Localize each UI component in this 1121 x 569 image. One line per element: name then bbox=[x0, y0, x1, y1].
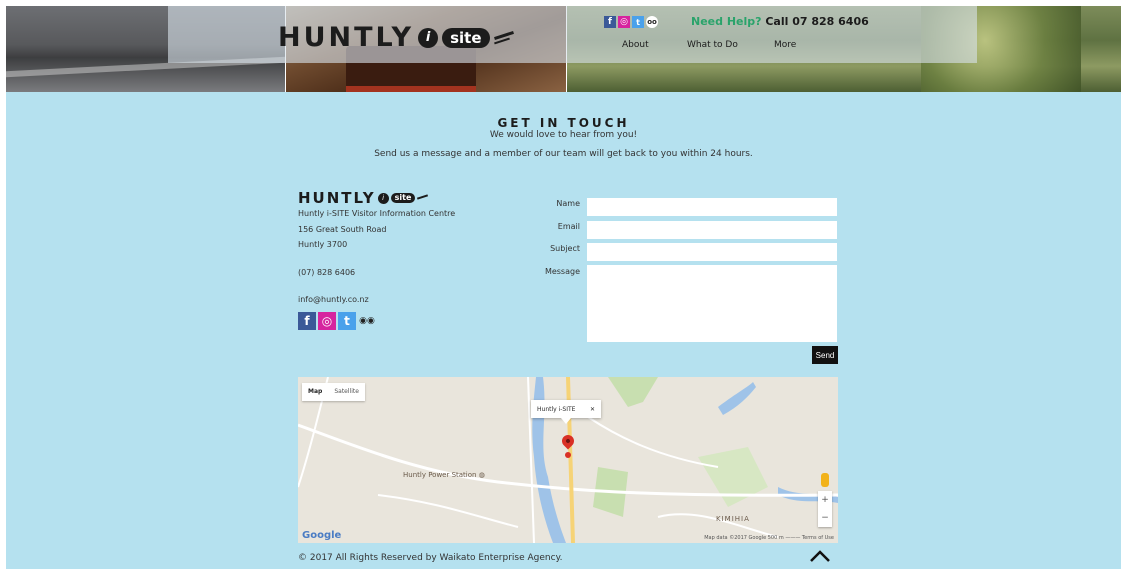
facebook-icon[interactable]: f bbox=[298, 312, 316, 330]
back-to-top-chevron-up-icon[interactable] bbox=[809, 549, 831, 563]
subject-label: Subject bbox=[550, 244, 580, 253]
facebook-icon[interactable]: f bbox=[604, 16, 616, 28]
centre-name: Huntly i-SITE Visitor Information Centre bbox=[298, 209, 456, 218]
copyright-text: © 2017 All Rights Reserved by Waikato En… bbox=[298, 553, 563, 563]
section-title: GET IN TOUCH bbox=[497, 116, 630, 130]
message-textarea[interactable] bbox=[587, 265, 837, 342]
instagram-icon[interactable]: ◎ bbox=[318, 312, 336, 330]
logo-site-badge: site bbox=[442, 27, 490, 48]
message-label: Message bbox=[544, 267, 580, 276]
footer-social-links: f ◎ t ◉◉ bbox=[298, 312, 376, 330]
tripadvisor-icon[interactable]: oo bbox=[646, 16, 658, 28]
zoom-control: + − bbox=[818, 491, 832, 527]
name-input[interactable] bbox=[587, 198, 837, 216]
twitter-icon[interactable]: t bbox=[632, 16, 644, 28]
address-logo-i-icon: i bbox=[377, 192, 389, 204]
need-help-text: Need Help? bbox=[691, 15, 762, 28]
logo-i-icon: i bbox=[418, 27, 439, 48]
close-icon[interactable]: ✕ bbox=[590, 406, 595, 413]
call-phone-link[interactable]: Call 07 828 6406 bbox=[762, 15, 868, 28]
address-fern-icon bbox=[417, 194, 429, 202]
address-block: HUNTLY i site Huntly i-SITE Visitor Info… bbox=[298, 189, 455, 305]
nav-more[interactable]: More bbox=[774, 40, 796, 50]
zoom-out-button[interactable]: − bbox=[818, 509, 832, 527]
header-hero: HUNTLY i site f ◎ t oo Need Help? Call 0… bbox=[6, 6, 1121, 92]
map-type-satellite-button[interactable]: Satellite bbox=[328, 383, 365, 401]
phone-number: (07) 828 6406 bbox=[298, 267, 356, 277]
logo-wordmark: HUNTLY bbox=[278, 22, 415, 53]
address-logo: HUNTLY i site bbox=[298, 189, 455, 207]
subject-input[interactable] bbox=[587, 243, 837, 261]
zoom-in-button[interactable]: + bbox=[818, 491, 832, 509]
contact-section: GET IN TOUCH We would love to hear from … bbox=[6, 92, 1121, 569]
instagram-icon[interactable]: ◎ bbox=[618, 16, 630, 28]
email-link[interactable]: info@huntly.co.nz bbox=[298, 295, 455, 305]
city-address: Huntly 3700 bbox=[298, 240, 348, 250]
map-pin-dot-icon bbox=[565, 452, 571, 458]
email-input[interactable] bbox=[587, 221, 837, 239]
map-info-window: Huntly i-SITE ✕ bbox=[531, 400, 601, 424]
email-label: Email bbox=[557, 222, 580, 231]
street-address: 156 Great South Road bbox=[298, 224, 387, 234]
tripadvisor-icon[interactable]: ◉◉ bbox=[358, 312, 376, 330]
name-label: Name bbox=[556, 199, 580, 208]
header-social-links: f ◎ t oo bbox=[604, 16, 658, 28]
address-logo-site-badge: site bbox=[390, 193, 416, 203]
send-button[interactable]: Send bbox=[812, 346, 838, 364]
help-phone: Need Help? Call 07 828 6406 bbox=[691, 15, 869, 28]
pegman-icon[interactable] bbox=[821, 473, 829, 487]
nav-what-to-do[interactable]: What to Do bbox=[687, 40, 738, 50]
twitter-icon[interactable]: t bbox=[338, 312, 356, 330]
location-map[interactable]: Map Satellite Huntly i-SITE ✕ Huntly Pow… bbox=[298, 377, 838, 543]
nav-about[interactable]: About bbox=[622, 40, 649, 50]
address-logo-wordmark: HUNTLY bbox=[298, 189, 376, 207]
map-type-map-button[interactable]: Map bbox=[302, 383, 328, 401]
poi-power-station[interactable]: Huntly Power Station ◍ bbox=[403, 471, 485, 479]
google-logo: Google bbox=[302, 530, 342, 541]
fern-icon bbox=[494, 30, 516, 46]
section-subtitle: We would love to hear from you! bbox=[489, 130, 638, 140]
map-type-toggle: Map Satellite bbox=[302, 383, 365, 401]
poi-kimihia: KIMIHIA bbox=[716, 515, 750, 523]
map-attribution[interactable]: Map data ©2017 Google 500 m ——— Terms of… bbox=[704, 535, 834, 541]
site-logo[interactable]: HUNTLY i site bbox=[278, 22, 516, 53]
info-window-title: Huntly i-SITE bbox=[537, 405, 576, 413]
section-description: Send us a message and a member of our te… bbox=[374, 149, 753, 159]
